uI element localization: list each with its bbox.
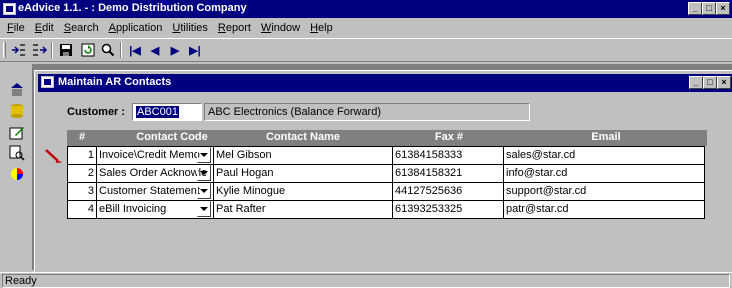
row-number: 4 [67,200,97,219]
status-bar: Ready [0,272,732,288]
row-number: 2 [67,164,97,183]
menu-window[interactable]: Window [256,22,305,34]
app-system-menu-icon[interactable] [3,3,16,15]
customer-code-field[interactable]: ABC001 [132,103,202,121]
child-close-button[interactable]: × [717,76,731,89]
grid-header: # Contact Code Contact Name Fax # Email [67,130,707,146]
previous-record-icon[interactable]: ◀ [145,41,165,59]
edit-icon[interactable] [6,122,28,142]
child-system-menu-icon[interactable] [41,76,54,88]
table-row[interactable]: 4 eBill Invoicing Pat Rafter 61393253325… [67,200,707,219]
fax-cell[interactable]: 61384158321 [392,164,504,183]
toolbar: |◀ ◀ ▶ ▶| [0,38,732,62]
app-title-bar[interactable]: eAdvice 1.1. - : Demo Distribution Compa… [0,0,732,18]
app-close-button[interactable]: × [716,2,730,15]
contact-name-cell[interactable]: Paul Hogan [213,164,393,183]
customer-code-value: ABC001 [136,106,179,118]
refresh-icon[interactable] [78,41,98,59]
dropdown-arrow-icon[interactable] [197,147,211,163]
search-icon[interactable] [98,41,118,59]
menu-search[interactable]: Search [59,22,104,34]
menu-file[interactable]: File [2,22,30,34]
child-maximize-button[interactable]: □ [703,76,717,89]
chart-icon[interactable] [6,164,28,184]
browse-icon[interactable] [6,143,28,163]
customer-name-field: ABC Electronics (Balance Forward) [204,103,530,121]
toolbar-grip[interactable] [3,42,6,58]
email-cell[interactable]: sales@star.cd [503,146,705,165]
fax-cell[interactable]: 44127525636 [392,182,504,201]
menu-edit[interactable]: Edit [30,22,59,34]
toolbar-separator [51,42,53,58]
column-header-fax[interactable]: Fax # [393,131,505,143]
app-title: eAdvice 1.1. - : Demo Distribution Compa… [18,2,247,14]
table-row[interactable]: 3 Customer Statement Kylie Minogue 44127… [67,182,707,201]
last-record-icon[interactable]: ▶| [185,41,205,59]
database-icon[interactable] [6,101,28,121]
delete-row-icon[interactable] [29,41,49,59]
fax-cell[interactable]: 61384158333 [392,146,504,165]
contact-name-cell[interactable]: Mel Gibson [213,146,393,165]
column-header-contact-name[interactable]: Contact Name [213,131,393,143]
toolbar-separator [120,42,122,58]
current-row-pencil-icon [44,148,62,164]
app-maximize-button[interactable]: □ [702,2,716,15]
email-cell[interactable]: patr@star.cd [503,200,705,219]
side-toolbar [0,64,32,270]
customer-label: Customer : [67,106,126,118]
dropdown-arrow-icon[interactable] [197,201,211,217]
table-row[interactable]: 2 Sales Order Acknowle Paul Hogan 613841… [67,164,707,183]
row-number: 3 [67,182,97,201]
navigation-icon[interactable] [6,80,28,100]
contact-name-cell[interactable]: Kylie Minogue [213,182,393,201]
next-record-icon[interactable]: ▶ [165,41,185,59]
first-record-icon[interactable]: |◀ [125,41,145,59]
fax-cell[interactable]: 61393253325 [392,200,504,219]
child-title-bar[interactable]: Maintain AR Contacts _ □ × [38,74,732,92]
insert-row-icon[interactable] [9,41,29,59]
contact-name-cell[interactable]: Pat Rafter [213,200,393,219]
email-cell[interactable]: info@star.cd [503,164,705,183]
child-minimize-button[interactable]: _ [689,76,703,89]
app-minimize-button[interactable]: _ [688,2,702,15]
email-cell[interactable]: support@star.cd [503,182,705,201]
column-header-number[interactable]: # [67,131,97,143]
column-header-email[interactable]: Email [505,131,707,143]
row-number: 1 [67,146,97,165]
table-row[interactable]: 1 Invoice\Credit Memo Mel Gibson 6138415… [67,146,707,165]
menu-utilities[interactable]: Utilities [167,22,212,34]
menu-help[interactable]: Help [305,22,338,34]
menu-application[interactable]: Application [104,22,168,34]
dropdown-arrow-icon[interactable] [197,183,211,199]
menu-bar: File Edit Search Application Utilities R… [0,18,732,38]
dropdown-arrow-icon[interactable] [197,165,211,181]
child-title: Maintain AR Contacts [58,76,172,88]
status-text: Ready [2,274,730,288]
menu-report[interactable]: Report [213,22,256,34]
save-icon[interactable] [56,41,76,59]
